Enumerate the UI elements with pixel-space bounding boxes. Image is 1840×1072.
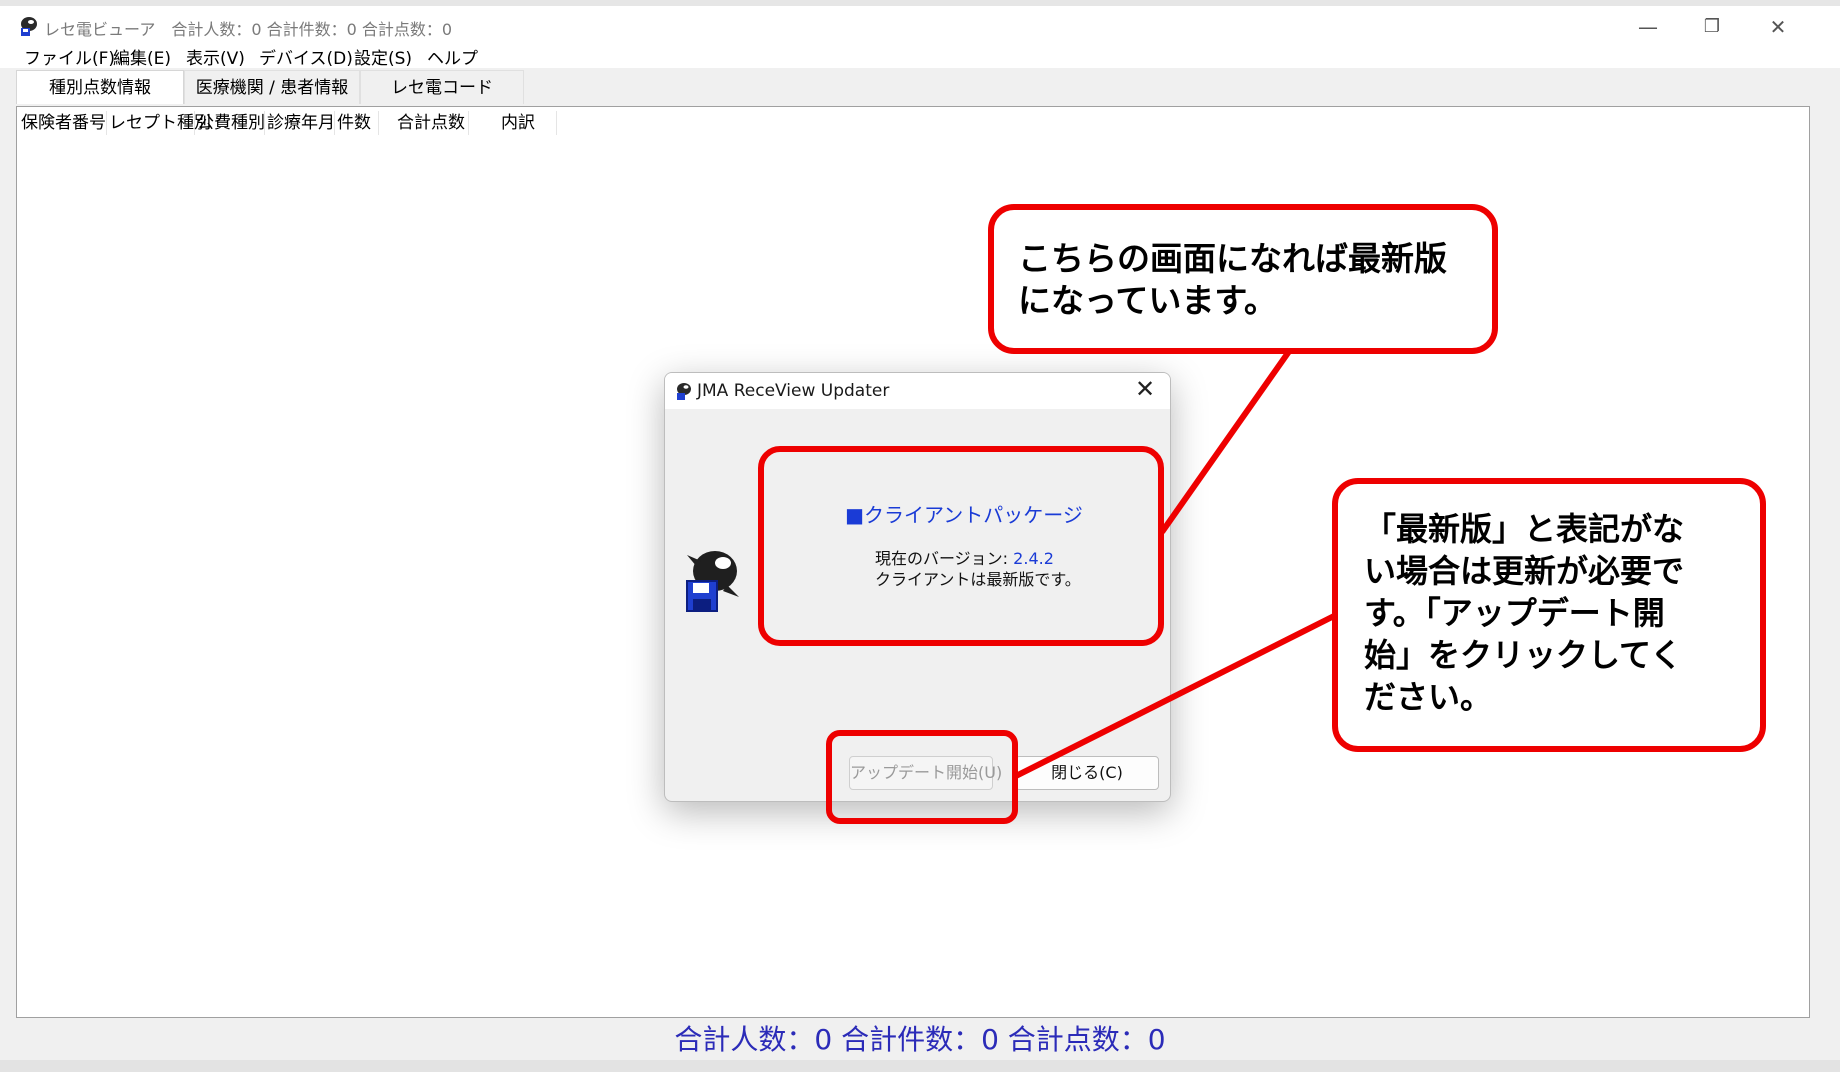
column-header-month[interactable]: 診療年月 [265,111,335,135]
orca-app-icon [677,383,691,400]
status-highlight-box [758,446,1164,646]
dialog-close-button[interactable]: ✕ [1130,375,1160,403]
menu-device[interactable]: デバイス(D) [259,44,353,69]
column-header-public-type[interactable]: 公費種別 [195,111,265,135]
column-header-breakdown[interactable]: 内訳 [469,111,557,135]
tab-institution-patient[interactable]: 医療機関 / 患者情報 [184,70,360,104]
callout-update-needed-text: 「最新版」と表記がな い場合は更新が必要で す。「アップデート開 始」をクリック… [1364,510,1685,716]
column-header-insurer-number[interactable]: 保険者番号 [19,111,107,135]
column-header-total-points[interactable]: 合計点数 [379,111,469,135]
close-window-button[interactable]: ✕ [1758,12,1798,42]
tab-rece-code[interactable]: レセ電コード [360,70,524,104]
callout-latest-version-text: こちらの画面になれば最新版 になっています。 [1018,239,1447,320]
title-bar: レセ電ビューア 合計人数：0 合計件数：0 合計点数：0 — ❐ ✕ [0,0,1840,42]
bottom-edge [0,1060,1840,1072]
dialog-close-action-button[interactable]: 閉じる(C) [1015,756,1159,790]
menu-settings[interactable]: 設定(S) [354,44,412,69]
callout-latest-version: こちらの画面になれば最新版 になっています。 [988,204,1498,354]
tab-category-points[interactable]: 種別点数情報 [16,70,184,104]
minimize-button[interactable]: — [1628,12,1668,42]
callout-update-needed: 「最新版」と表記がな い場合は更新が必要で す。「アップデート開 始」をクリック… [1332,478,1766,752]
window-title: レセ電ビューア 合計人数：0 合計件数：0 合計点数：0 [44,20,453,39]
dialog-title: JMA ReceView Updater [697,381,890,401]
dialog-title-bar: JMA ReceView Updater ✕ [665,373,1170,409]
update-button-highlight-box [826,730,1018,824]
menu-file[interactable]: ファイル(F) [24,44,115,69]
orca-floppy-icon [686,551,739,612]
totals-status: 合計人数：0 合計件数：0 合計点数：0 [674,1023,1166,1056]
menu-bar: ファイル(F) 編集(E) 表示(V) デバイス(D) 設定(S) ヘルプ [0,42,1840,69]
maximize-button[interactable]: ❐ [1692,12,1732,42]
menu-view[interactable]: 表示(V) [186,44,245,69]
column-header-receipt-type[interactable]: レセプト種別 [107,111,211,135]
menu-help[interactable]: ヘルプ [427,44,478,69]
column-header-count[interactable]: 件数 [335,111,379,135]
menu-edit[interactable]: 編集(E) [113,44,171,69]
app-window: レセ電ビューア 合計人数：0 合計件数：0 合計点数：0 — ❐ ✕ ファイル(… [0,0,1840,1072]
orca-app-icon [21,17,37,36]
